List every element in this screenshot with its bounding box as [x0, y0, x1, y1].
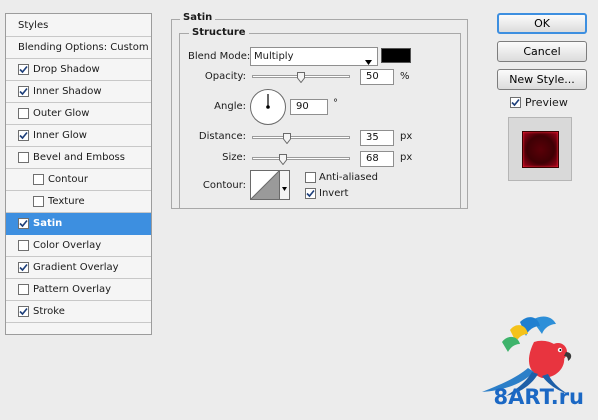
angle-unit: ° [333, 98, 338, 109]
distance-unit: px [400, 131, 413, 142]
style-preview-box [508, 117, 572, 181]
style-item-drop-shadow[interactable]: Drop Shadow [6, 59, 151, 81]
opacity-unit: % [400, 71, 410, 82]
pattern-overlay-checkbox[interactable] [18, 284, 29, 295]
contour-label: Contour: [202, 180, 246, 191]
opacity-input[interactable]: 50 [360, 69, 394, 85]
size-label: Size: [222, 152, 246, 163]
preview-label: Preview [525, 96, 568, 109]
bevel-emboss-checkbox[interactable] [18, 152, 29, 163]
preview-checkbox[interactable] [510, 97, 521, 108]
drop-shadow-checkbox[interactable] [18, 64, 29, 75]
angle-dial[interactable] [250, 89, 286, 125]
opacity-slider-thumb[interactable] [297, 72, 305, 84]
style-item-contour[interactable]: Contour [6, 169, 151, 191]
satin-checkbox[interactable] [18, 218, 29, 229]
style-item-color-overlay[interactable]: Color Overlay [6, 235, 151, 257]
blend-mode-label: Blend Mode: [188, 51, 251, 62]
blend-mode-select[interactable]: Multiply [250, 47, 378, 66]
style-item-bevel-emboss[interactable]: Bevel and Emboss [6, 147, 151, 169]
parrot-logo-icon [482, 316, 572, 396]
style-item-label: Bevel and Emboss [33, 152, 125, 163]
size-unit: px [400, 152, 413, 163]
style-item-outer-glow[interactable]: Outer Glow [6, 103, 151, 125]
contour-curve-preview[interactable] [250, 170, 280, 200]
angle-input[interactable]: 90 [290, 99, 328, 115]
satin-color-swatch[interactable] [381, 48, 411, 63]
watermark-text: 8ART.ru [493, 385, 584, 409]
blend-mode-value: Multiply [254, 51, 294, 62]
invert-checkbox[interactable] [305, 188, 316, 199]
new-style-button[interactable]: New Style... [497, 69, 587, 90]
anti-aliased-option[interactable]: Anti-aliased [305, 172, 378, 183]
style-item-label: Inner Glow [33, 130, 87, 141]
styles-header-label: Styles [18, 19, 49, 31]
style-item-inner-glow[interactable]: Inner Glow [6, 125, 151, 147]
preview-option[interactable]: Preview [510, 96, 568, 109]
style-item-label: Stroke [33, 306, 65, 317]
distance-input[interactable]: 35 [360, 130, 394, 146]
invert-label: Invert [319, 188, 349, 199]
ok-button[interactable]: OK [497, 13, 587, 34]
angle-label: Angle: [214, 101, 246, 112]
style-item-blending-options[interactable]: Blending Options: Custom [6, 37, 151, 59]
style-item-pattern-overlay[interactable]: Pattern Overlay [6, 279, 151, 301]
outer-glow-checkbox[interactable] [18, 108, 29, 119]
stroke-checkbox[interactable] [18, 306, 29, 317]
style-item-label: Texture [48, 196, 85, 207]
texture-checkbox[interactable] [33, 196, 44, 207]
style-item-label: Contour [48, 174, 88, 185]
chevron-down-icon [282, 183, 287, 194]
style-item-satin[interactable]: Satin [6, 213, 151, 235]
inner-glow-checkbox[interactable] [18, 130, 29, 141]
style-item-gradient-overlay[interactable]: Gradient Overlay [6, 257, 151, 279]
contour-checkbox[interactable] [33, 174, 44, 185]
style-item-texture[interactable]: Texture [6, 191, 151, 213]
style-preview-swatch [522, 131, 559, 168]
size-slider-thumb[interactable] [279, 154, 287, 166]
contour-dropdown-button[interactable] [280, 170, 290, 200]
cancel-button[interactable]: Cancel [497, 41, 587, 62]
style-item-label: Color Overlay [33, 240, 102, 251]
style-item-stroke[interactable]: Stroke [6, 301, 151, 323]
inner-shadow-checkbox[interactable] [18, 86, 29, 97]
distance-slider-thumb[interactable] [283, 133, 291, 145]
style-item-label: Pattern Overlay [33, 284, 112, 295]
structure-group-title: Structure [189, 27, 249, 38]
gradient-overlay-checkbox[interactable] [18, 262, 29, 273]
satin-group-title: Satin [180, 12, 216, 23]
style-item-inner-shadow[interactable]: Inner Shadow [6, 81, 151, 103]
anti-aliased-checkbox[interactable] [305, 172, 316, 183]
distance-label: Distance: [198, 131, 246, 142]
style-item-label: Outer Glow [33, 108, 90, 119]
styles-header[interactable]: Styles [6, 14, 151, 37]
size-input[interactable]: 68 [360, 151, 394, 167]
styles-list-panel: Styles Blending Options: Custom Drop Sha… [5, 13, 152, 335]
style-item-label: Inner Shadow [33, 86, 102, 97]
color-overlay-checkbox[interactable] [18, 240, 29, 251]
invert-option[interactable]: Invert [305, 188, 348, 199]
style-item-label: Gradient Overlay [33, 262, 119, 273]
distance-slider-track[interactable] [252, 136, 350, 139]
style-item-label: Blending Options: Custom [18, 42, 149, 53]
style-item-label: Satin [33, 218, 63, 229]
anti-aliased-label: Anti-aliased [319, 172, 379, 183]
size-slider-track[interactable] [252, 157, 350, 160]
style-item-label: Drop Shadow [33, 64, 100, 75]
opacity-label: Opacity: [204, 71, 246, 82]
